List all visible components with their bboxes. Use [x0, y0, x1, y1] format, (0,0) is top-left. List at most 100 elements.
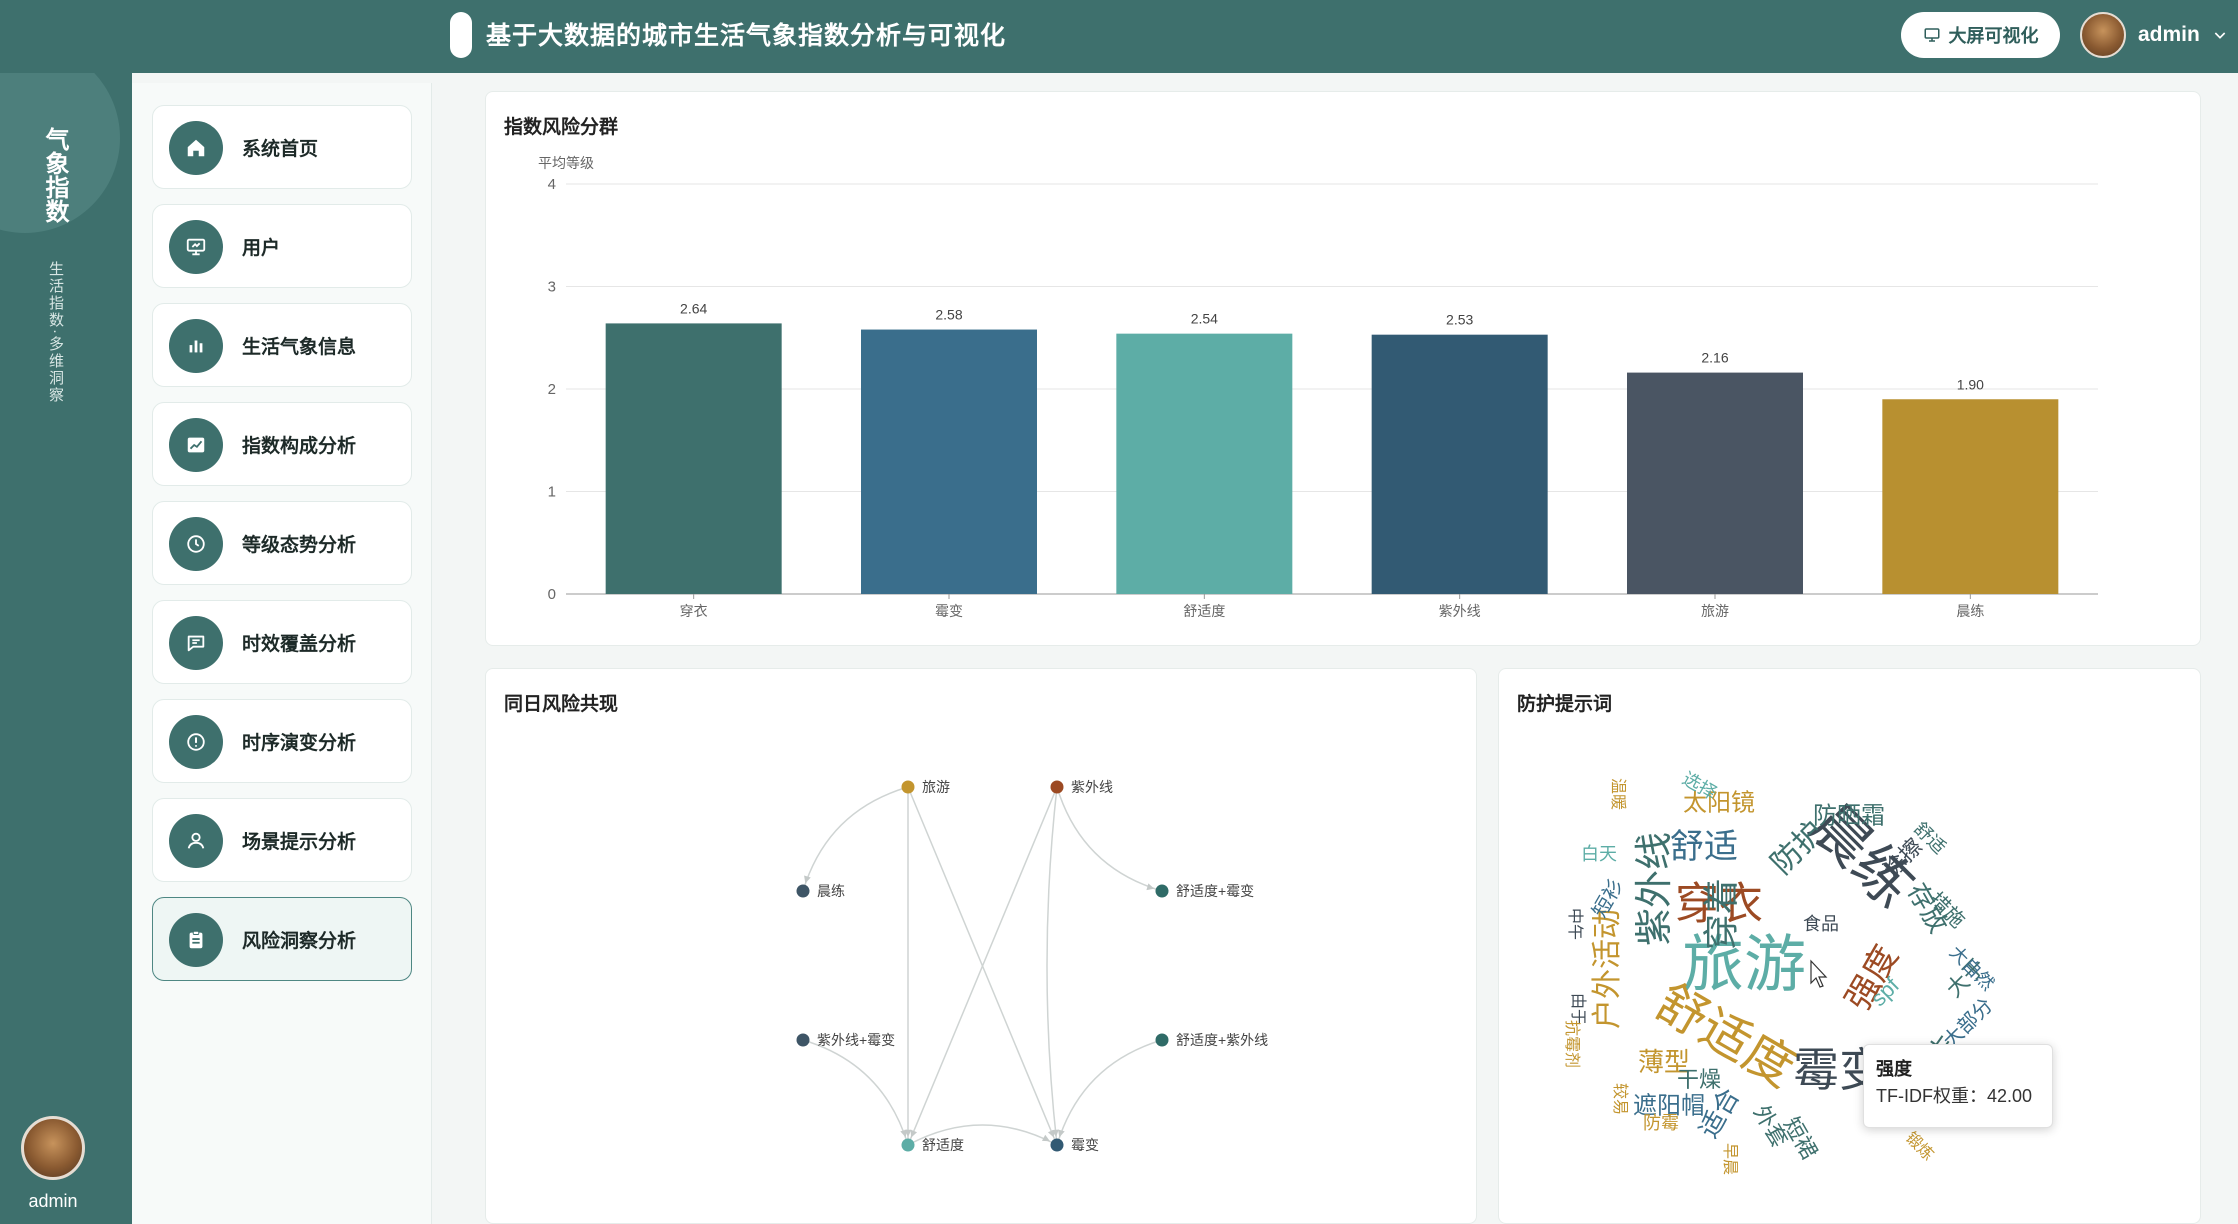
graph-edge: [1056, 786, 1163, 892]
bar-4[interactable]: [1627, 372, 1803, 594]
protection-word-cloud[interactable]: 旅游晨练舒适度穿衣霉变紫外线 穿着舒适户外活动 强度防护太阳镜 防晒霜薄型遮阳帽存放适…: [1499, 669, 2202, 1224]
graph-node[interactable]: [901, 780, 915, 794]
monitor-icon: [1924, 28, 1939, 42]
cloud-word[interactable]: 穿着: [1701, 878, 1742, 950]
graph-node-label: 舒适度: [922, 1137, 964, 1153]
monitor-icon: [186, 238, 206, 256]
menu-icon-badge: [169, 814, 223, 868]
menu-item-home[interactable]: 系统首页: [152, 105, 412, 189]
graph-edge-arrow: [900, 1129, 907, 1138]
y-axis-label: 平均等级: [538, 155, 594, 171]
risk-cluster-bar-chart[interactable]: 平均等级 0 1 2 3 4 2.64 穿衣 2.58 霉变 2.54 舒适度 2.53 紫外线 2.16 旅…: [486, 92, 2202, 647]
menu-item-clock[interactable]: 等级态势分析: [152, 501, 412, 585]
bar-1[interactable]: [861, 329, 1037, 594]
menu-item-monitor[interactable]: 用户: [152, 204, 412, 288]
graph-edge-arrow: [1058, 1129, 1065, 1138]
menu-item-label: 生活气象信息: [242, 337, 357, 358]
menu-icon-badge: [169, 616, 223, 670]
y-tick-label: 0: [548, 586, 556, 603]
graph-node-label: 晨练: [817, 883, 845, 899]
cloud-word[interactable]: 防晒霜: [1813, 802, 1885, 829]
cloud-word[interactable]: 中午: [1566, 908, 1584, 940]
rail-avatar[interactable]: [21, 1116, 85, 1180]
x-tick-label: 旅游: [1701, 603, 1729, 619]
cloud-word[interactable]: 防霉: [1643, 1113, 1679, 1133]
graph-node[interactable]: [796, 1033, 810, 1047]
alert-circle-icon: [187, 733, 205, 751]
graph-edge: [1046, 786, 1058, 1146]
protection-words-card: 防护提示词 旅游 晨练 舒适度 穿衣 霉变 紫外线 穿着 舒适 户外活动 强度 防护 太阳镜 防晒霜 薄型…: [1498, 668, 2201, 1224]
graph-edge: [1056, 1039, 1163, 1146]
menu-icon-badge: [169, 715, 223, 769]
x-tick-label: 紫外线: [1439, 603, 1481, 619]
y-tick-label: 3: [548, 279, 556, 296]
cloud-word[interactable]: 较易: [1611, 1083, 1629, 1115]
avatar[interactable]: [2080, 12, 2126, 58]
top-bar: 基于大数据的城市生活气象指数分析与可视化 大屏可视化 admin: [0, 0, 2238, 73]
bigscreen-button[interactable]: 大屏可视化: [1901, 12, 2060, 58]
menu-item-label: 场景提示分析: [242, 832, 357, 853]
cloud-word[interactable]: 早晨: [1721, 1143, 1738, 1175]
menu-item-label: 等级态势分析: [242, 535, 357, 556]
chevron-down-icon[interactable]: [2212, 27, 2228, 43]
line-chart-icon: [187, 437, 205, 453]
bar-3[interactable]: [1371, 334, 1548, 594]
user-menu[interactable]: admin: [2080, 12, 2228, 58]
graph-node-label: 霉变: [1071, 1137, 1099, 1153]
x-tick-label: 穿衣: [680, 603, 708, 619]
cooccurrence-graph[interactable]: 旅游 紫外线晨练 舒适度+霉变紫外线+霉变 舒适度+紫外线舒适度 霉变: [486, 669, 1478, 1224]
graph-node[interactable]: [1050, 780, 1064, 794]
cloud-word[interactable]: 锻炼: [1902, 1129, 1937, 1164]
graph-node[interactable]: [1050, 1138, 1064, 1152]
title-accent-pill: [450, 12, 472, 58]
word-tooltip: 强度 TF-IDF权重：42.00: [1863, 1044, 2053, 1128]
cloud-word[interactable]: 舒适: [1670, 828, 1738, 866]
cloud-word[interactable]: 温暖: [1609, 778, 1627, 810]
graph-node-label: 旅游: [922, 779, 950, 795]
bar-5[interactable]: [1882, 399, 2059, 594]
menu-item-label: 用户: [242, 238, 281, 259]
y-tick-label: 4: [548, 176, 556, 193]
menu-icon-badge: [169, 220, 223, 274]
risk-cluster-card: 指数风险分群 平均等级 0 1 2 3 4 2.64 穿衣 2.58 霉变 2.54 舒适度 2.53 紫…: [485, 91, 2201, 646]
cloud-word[interactable]: 食品: [1803, 914, 1839, 934]
graph-node[interactable]: [796, 884, 810, 898]
bar-value-label: 2.54: [1191, 311, 1218, 327]
clipboard-icon: [189, 930, 203, 949]
bar-value-label: 2.58: [935, 307, 962, 323]
menu-item-label: 系统首页: [242, 139, 319, 160]
menu-item-alert-circle[interactable]: 时序演变分析: [152, 699, 412, 783]
cloud-word[interactable]: 强度: [1839, 939, 1906, 1017]
x-tick-label: 晨练: [1956, 603, 1984, 619]
bar-0[interactable]: [605, 323, 782, 594]
graph-node[interactable]: [1155, 884, 1169, 898]
x-tick-label: 霉变: [935, 603, 963, 619]
menu-item-message[interactable]: 时效覆盖分析: [152, 600, 412, 684]
graph-edge: [802, 1039, 909, 1146]
menu-icon-badge: [169, 418, 223, 472]
page-title: 基于大数据的城市生活气象指数分析与可视化: [486, 22, 1007, 50]
tooltip-value: TF-IDF权重：42.00: [1876, 1086, 2033, 1106]
y-tick-label: 2: [548, 381, 556, 398]
cloud-word[interactable]: 抗霉剂: [1563, 1020, 1581, 1068]
menu-item-bar-chart[interactable]: 生活气象信息: [152, 303, 412, 387]
bar-chart-icon: [189, 340, 203, 353]
app-slogan: 生活指数·多维洞察: [47, 261, 64, 404]
bar-value-label: 2.16: [1701, 350, 1728, 366]
bar-value-label: 2.64: [680, 300, 707, 316]
menu-item-label: 时序演变分析: [242, 733, 357, 754]
graph-node[interactable]: [1155, 1033, 1169, 1047]
graph-node-label: 舒适度+紫外线: [1176, 1032, 1268, 1048]
cloud-word[interactable]: 干燥: [1677, 1067, 1721, 1092]
cloud-word[interactable]: 白天: [1581, 844, 1617, 864]
menu-item-line-chart[interactable]: 指数构成分析: [152, 402, 412, 486]
graph-edge: [802, 786, 909, 892]
cloud-word[interactable]: 户外活动: [1591, 909, 1624, 1029]
menu-item-clipboard[interactable]: 风险洞察分析: [152, 897, 412, 981]
app-logo-text: 气象指数: [41, 127, 68, 223]
cooccurrence-card: 同日风险共现 旅游 紫外线 晨练 舒适度+霉变 紫外线+霉变 舒适度+紫外线 舒适度 霉变: [485, 668, 1477, 1224]
menu-icon-badge: [169, 517, 223, 571]
bar-2[interactable]: [1116, 333, 1293, 594]
graph-node[interactable]: [901, 1138, 915, 1152]
menu-item-user[interactable]: 场景提示分析: [152, 798, 412, 882]
